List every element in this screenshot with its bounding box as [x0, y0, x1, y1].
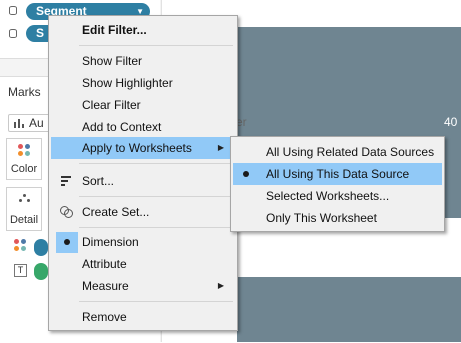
marks-title: Marks [8, 85, 41, 99]
set-icon [56, 201, 78, 223]
color-label: Color [10, 163, 38, 175]
apply-to-worksheets-submenu: All Using Related Data Sources All Using… [230, 136, 445, 232]
menu-item-sort[interactable]: Sort... [51, 170, 235, 192]
bar-chart-icon [14, 119, 24, 128]
menu-separator [79, 227, 233, 228]
sort-icon [56, 170, 78, 192]
submenu-item-all-related[interactable]: All Using Related Data Sources [233, 141, 442, 163]
menu-separator [79, 196, 233, 197]
menu-item-apply-to-worksheets[interactable]: Apply to Worksheets ▶ [51, 137, 235, 159]
datasource-icon [9, 6, 17, 15]
menu-item-add-to-context[interactable]: Add to Context [51, 116, 235, 138]
menu-item-measure[interactable]: Measure ▶ [51, 275, 235, 297]
menu-item-attribute[interactable]: Attribute [51, 253, 235, 275]
filter-pill-label: S [36, 26, 45, 40]
submenu-item-all-this-source[interactable]: All Using This Data Source [233, 163, 442, 185]
menu-item-remove[interactable]: Remove [51, 306, 235, 328]
detail-button[interactable]: Detail [6, 187, 42, 231]
color-icon [14, 239, 28, 253]
menu-item-show-filter[interactable]: Show Filter [51, 50, 235, 72]
menu-item-edit-filter[interactable]: Edit Filter... [51, 19, 235, 41]
submenu-item-only-this-worksheet[interactable]: Only This Worksheet [233, 207, 442, 229]
menu-item-clear-filter[interactable]: Clear Filter [51, 94, 235, 116]
submenu-arrow-icon: ▶ [217, 281, 224, 290]
menu-separator [79, 163, 233, 164]
submenu-item-selected-worksheets[interactable]: Selected Worksheets... [233, 185, 442, 207]
mark-type-label: Au [29, 116, 44, 130]
menu-item-create-set[interactable]: Create Set... [51, 201, 235, 223]
bullet-icon [64, 239, 70, 245]
detail-icon [19, 194, 31, 204]
marks-pill[interactable] [34, 263, 48, 280]
color-button[interactable]: Color [6, 138, 42, 180]
marks-pill[interactable] [34, 239, 48, 256]
chart-bar[interactable] [237, 277, 461, 342]
checked-indicator [56, 231, 78, 253]
menu-item-dimension[interactable]: Dimension [51, 231, 235, 253]
menu-item-show-highlighter[interactable]: Show Highlighter [51, 72, 235, 94]
bullet-icon [243, 171, 249, 177]
menu-separator [79, 301, 233, 302]
submenu-arrow-icon: ▶ [217, 143, 224, 152]
axis-value-fragment: 40 [444, 115, 458, 129]
context-menu: Edit Filter... Show Filter Show Highligh… [48, 15, 238, 331]
menu-separator [79, 45, 233, 46]
datasource-icon [9, 29, 17, 38]
text-icon: T [14, 264, 27, 277]
color-icon [18, 144, 32, 158]
detail-label: Detail [9, 214, 39, 226]
